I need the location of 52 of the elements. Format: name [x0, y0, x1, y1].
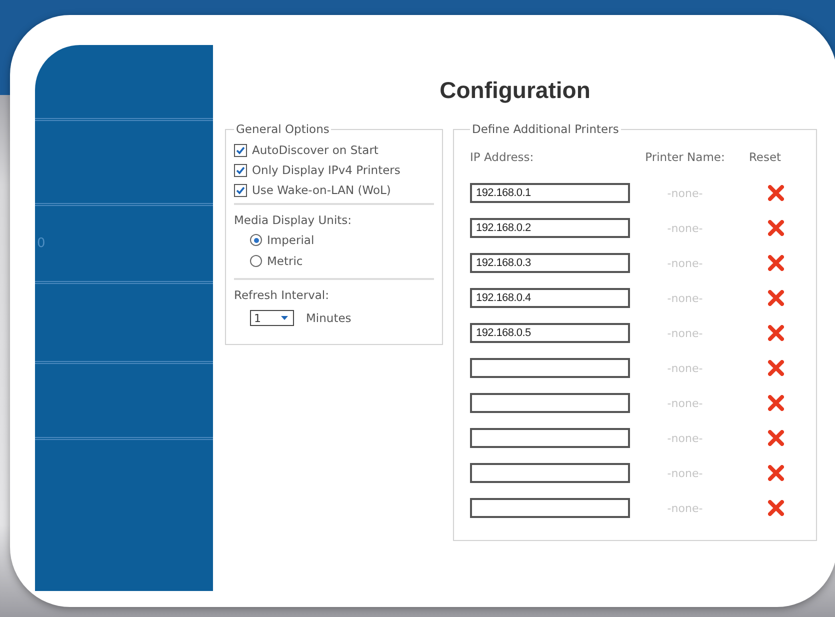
printer-name: -none- — [667, 396, 703, 410]
ip-address-field[interactable] — [470, 428, 630, 448]
reset-icon[interactable] — [768, 290, 784, 306]
radio-button[interactable] — [250, 255, 262, 267]
panel-title: Define Additional Printers — [471, 122, 620, 136]
printer-name: -none- — [667, 292, 703, 304]
caret-icon — [281, 316, 288, 320]
sidebar-item-text: 0 — [37, 236, 46, 251]
printer-name: -none- — [667, 432, 703, 444]
ip-address-field[interactable]: 192.168.0.5 — [470, 323, 630, 343]
reset-icon[interactable] — [768, 255, 784, 271]
ip-address-field[interactable]: 192.168.0.2 — [470, 218, 630, 238]
radio-label: Imperial — [267, 233, 314, 247]
ip-address-field[interactable]: 192.168.0.3 — [470, 253, 630, 273]
reset-icon[interactable] — [768, 465, 784, 481]
reset-icon[interactable] — [768, 500, 784, 516]
reset-icon[interactable] — [768, 220, 784, 236]
panel-title: General Options — [235, 122, 330, 136]
interval-dropdown[interactable]: 1 — [250, 310, 294, 326]
printer-name: -none- — [667, 326, 703, 340]
printer-name: -none- — [667, 222, 703, 234]
printer-name: -none- — [667, 256, 703, 270]
printer-name: -none- — [667, 186, 703, 200]
checkbox-label: AutoDiscover on Start — [252, 143, 378, 157]
page-title: Configuration — [440, 77, 590, 104]
checkbox[interactable] — [234, 184, 247, 196]
reset-icon[interactable] — [768, 325, 784, 341]
radio-label: Metric — [267, 254, 303, 268]
ip-address-field[interactable] — [470, 393, 630, 413]
radio-button[interactable] — [250, 234, 262, 246]
printer-name: -none- — [667, 362, 703, 374]
checkbox-label: Only Display IPv4 Printers — [252, 163, 400, 177]
ip-address-field[interactable]: 192.168.0.4 — [470, 288, 630, 308]
unit-label: Minutes — [306, 311, 352, 325]
ip-address-field[interactable] — [470, 498, 630, 518]
printer-name: -none- — [667, 466, 703, 480]
column-header: IP Address: — [470, 150, 535, 164]
checkbox-label: Use Wake-on-LAN (WoL) — [252, 183, 391, 197]
ip-address-field[interactable]: 192.168.0.1 — [470, 183, 630, 203]
reset-icon[interactable] — [768, 395, 784, 411]
ip-address-field[interactable] — [470, 358, 630, 378]
reset-icon[interactable] — [768, 360, 784, 376]
printer-name: -none- — [667, 502, 703, 514]
checkbox[interactable] — [234, 164, 247, 176]
reset-icon[interactable] — [768, 430, 784, 446]
ip-address-field[interactable] — [470, 463, 630, 483]
checkbox[interactable] — [234, 144, 247, 156]
reset-icon[interactable] — [768, 185, 784, 201]
column-header: Printer Name: — [644, 150, 726, 164]
section-label: Refresh Interval: — [234, 288, 330, 302]
section-label: Media Display Units: — [234, 213, 353, 227]
column-header: Reset — [748, 150, 782, 164]
